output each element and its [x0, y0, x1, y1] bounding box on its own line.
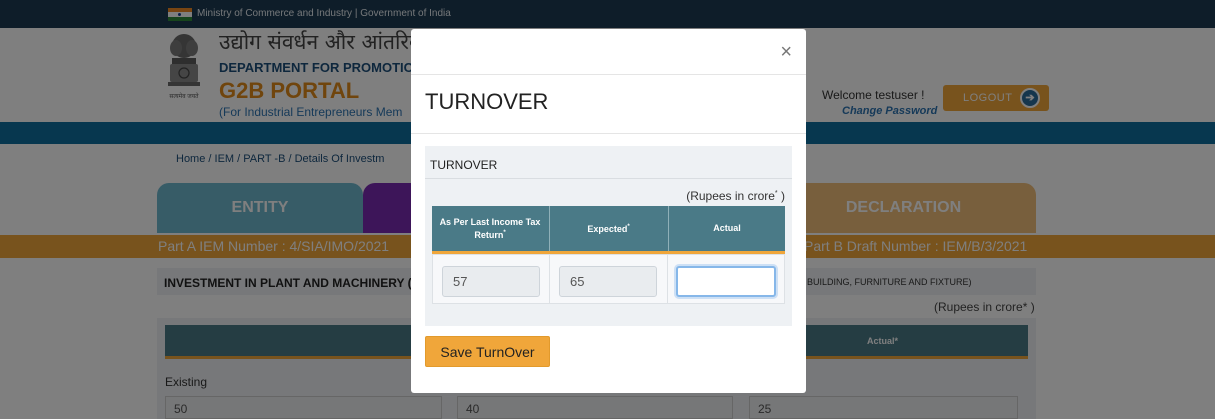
turnover-panel: TURNOVER (Rupees in crore* ) As Per Last… [425, 146, 792, 326]
turnover-modal: × TURNOVER TURNOVER (Rupees in crore* ) … [411, 29, 806, 393]
column-header-actual: Actual [668, 206, 785, 251]
rupees-note: (Rupees in crore* ) [686, 189, 785, 203]
column-header-last-itr: As Per Last Income Tax Return* [439, 216, 541, 240]
modal-divider [411, 133, 806, 134]
modal-divider [411, 74, 806, 75]
panel-divider [425, 178, 792, 179]
turnover-table-header: As Per Last Income Tax Return* Expected*… [432, 206, 785, 254]
column-header-expected: Expected* [549, 206, 667, 251]
save-turnover-button[interactable]: Save TurnOver [425, 336, 550, 367]
close-icon[interactable]: × [780, 42, 792, 62]
turnover-table-row [432, 254, 785, 304]
modal-title: TURNOVER [425, 89, 549, 114]
actual-input[interactable] [676, 266, 776, 297]
last-itr-input[interactable] [442, 266, 540, 297]
expected-input[interactable] [559, 266, 657, 297]
panel-heading: TURNOVER [430, 158, 498, 172]
